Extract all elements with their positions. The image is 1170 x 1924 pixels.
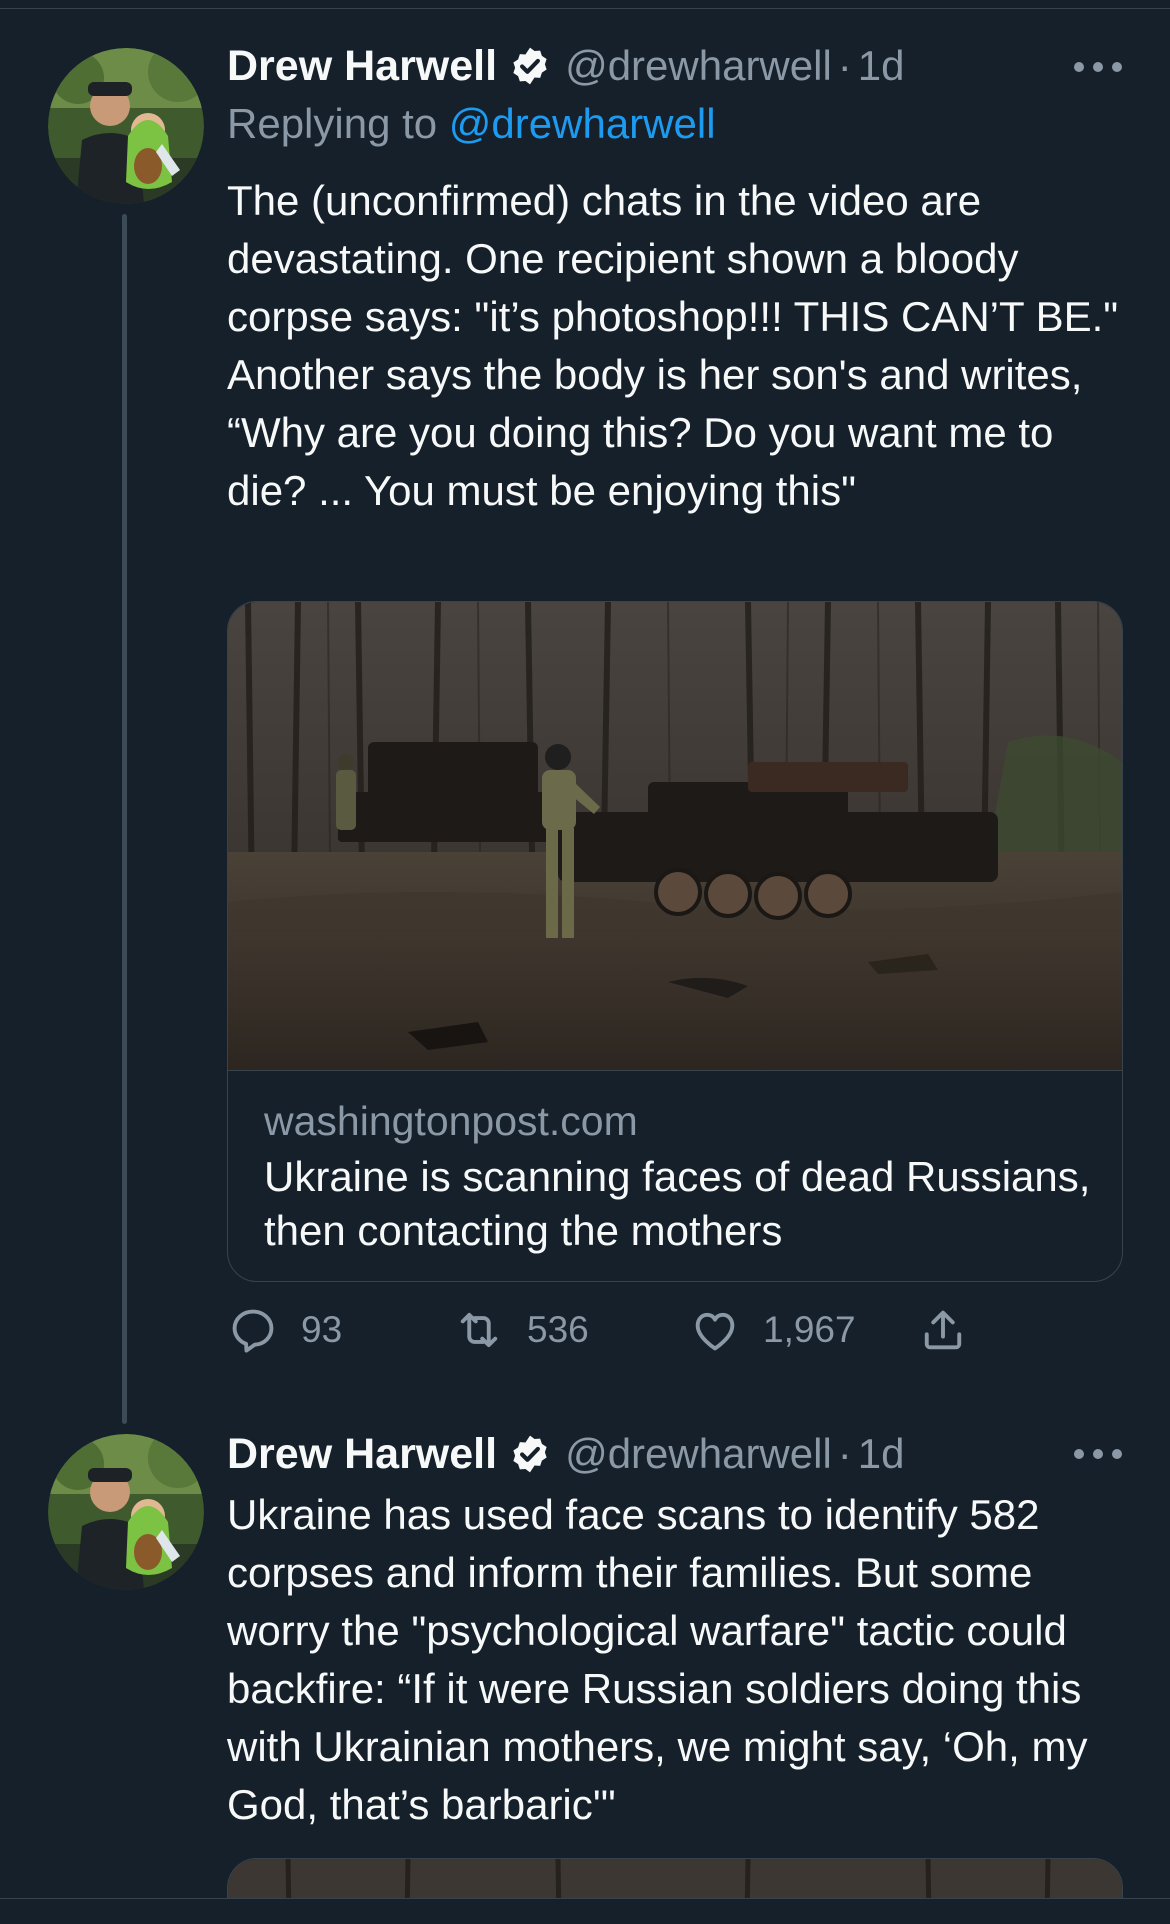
author-name[interactable]: Drew Harwell [227,42,497,91]
card-title: Ukraine is scanning faces of dead Russia… [264,1153,1091,1254]
top-divider [0,8,1170,9]
more-options-icon[interactable] [1074,1447,1122,1461]
tweet-header: Drew Harwell @drewharwell · 1d [227,36,905,96]
more-options-icon[interactable] [1074,60,1122,74]
retweet-icon [460,1312,498,1348]
tweet-actions: 93 536 1,967 [227,1300,1127,1360]
heart-icon [695,1312,735,1351]
reply-count: 93 [301,1309,343,1350]
author-name[interactable]: Drew Harwell [227,1430,497,1479]
card-domain: washingtonpost.com [264,1098,638,1144]
thread-connector-line [122,214,127,1424]
article-image [228,602,1122,1070]
replying-to-label: Replying to [227,100,438,147]
tweet-thread-page: Drew Harwell @drewharwell · 1d Replying … [0,0,1170,1924]
tweet-timestamp[interactable]: 1d [858,1430,905,1478]
retweet-count: 536 [527,1309,589,1350]
share-button[interactable] [917,1300,969,1360]
avatar-photo-icon [48,1434,204,1590]
author-avatar[interactable] [48,48,204,204]
tweet-timestamp[interactable]: 1d [858,42,905,90]
reply-icon [232,1309,274,1353]
replying-to: Replying to @drewharwell [227,100,716,148]
like-count: 1,967 [763,1309,856,1350]
meta-separator: · [837,1430,852,1477]
verified-badge-icon [513,47,547,85]
share-icon [924,1310,962,1350]
reply-button[interactable]: 93 [227,1300,342,1360]
card-divider [228,1070,1122,1071]
like-button[interactable]: 1,967 [689,1300,856,1360]
meta-separator: · [837,42,852,89]
tweet-header: Drew Harwell @drewharwell · 1d [227,1424,905,1484]
author-avatar[interactable] [48,1434,204,1590]
author-handle[interactable]: @drewharwell [565,42,832,90]
reply-mention-link[interactable]: @drewharwell [449,100,716,147]
retweet-button[interactable]: 536 [453,1300,589,1360]
tweet-text: The (unconfirmed) chats in the video are… [227,177,1128,514]
link-card[interactable]: washingtonpost.com Ukraine is scanning f… [227,601,1123,1282]
verified-badge-icon [513,1435,547,1473]
author-handle[interactable]: @drewharwell [565,1430,832,1478]
tweet-text: Ukraine has used face scans to identify … [227,1491,1100,1828]
bottom-bar [0,1898,1170,1924]
avatar-photo-icon [48,48,204,204]
